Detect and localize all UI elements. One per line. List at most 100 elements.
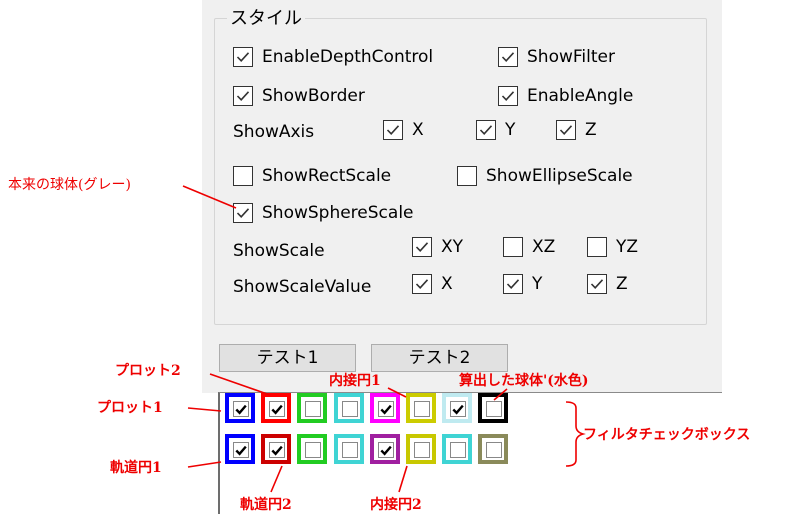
filter-checkbox-top-5[interactable] <box>370 393 400 423</box>
checkbox-label: Y <box>505 120 516 140</box>
annotation-orbit1: 軌道円1 <box>110 460 162 476</box>
show-axis-label: ShowAxis <box>233 122 315 142</box>
checkbox-box[interactable] <box>503 237 523 257</box>
filter-checkbox-box[interactable] <box>378 442 394 458</box>
show-sphere-scale-checkbox[interactable]: ShowSphereScale <box>233 202 414 224</box>
filter-checkbox-box[interactable] <box>378 401 394 417</box>
show-ellipse-scale-checkbox[interactable]: ShowEllipseScale <box>457 165 633 187</box>
filter-checkbox-top-8[interactable] <box>478 393 508 423</box>
filter-checkbox-top-6[interactable] <box>406 393 436 423</box>
filter-checkbox-top-4[interactable] <box>334 393 364 423</box>
checkbox-box[interactable] <box>233 86 253 106</box>
checkmark-icon <box>501 52 515 62</box>
checkmark-icon <box>236 52 250 62</box>
annotation-incircle2: 内接円2 <box>370 497 422 513</box>
checkbox-box[interactable] <box>587 237 607 257</box>
checkmark-icon <box>506 279 520 289</box>
value-y-checkbox[interactable]: Y <box>503 273 542 295</box>
annotation-orbit2: 軌道円2 <box>240 497 292 513</box>
scale-xz-checkbox[interactable]: XZ <box>503 236 555 258</box>
checkmark-icon <box>236 208 250 218</box>
checkbox-label: EnableAngle <box>527 86 634 106</box>
test1-button[interactable]: テスト1 <box>219 344 356 372</box>
enable-depth-control-checkbox[interactable]: EnableDepthControl <box>233 46 433 68</box>
checkmark-icon <box>452 404 464 415</box>
show-scale-value-label: ShowScaleValue <box>233 277 372 297</box>
checkbox-box[interactable] <box>233 166 253 186</box>
filter-checkbox-bottom-5[interactable] <box>370 434 400 464</box>
checkbox-box[interactable] <box>412 237 432 257</box>
checkbox-label: YZ <box>616 237 639 257</box>
filter-checkbox-box[interactable] <box>414 442 430 458</box>
checkbox-box[interactable] <box>383 120 403 140</box>
filter-checkbox-box[interactable] <box>233 442 249 458</box>
filter-checkbox-bottom-7[interactable] <box>442 434 472 464</box>
filter-checkbox-bottom-8[interactable] <box>478 434 508 464</box>
filter-checkbox-box[interactable] <box>305 401 321 417</box>
checkbox-box[interactable] <box>476 120 496 140</box>
checkmark-icon <box>271 404 283 415</box>
filter-checkbox-top-7[interactable] <box>442 393 472 423</box>
enable-angle-checkbox[interactable]: EnableAngle <box>498 85 633 107</box>
checkbox-box[interactable] <box>503 274 523 294</box>
filter-checkbox-top-2[interactable] <box>261 393 291 423</box>
filter-checkbox-bottom-6[interactable] <box>406 434 436 464</box>
show-filter-checkbox[interactable]: ShowFilter <box>498 46 615 68</box>
axis-x-checkbox[interactable]: X <box>383 119 424 141</box>
annotation-plot2: プロット2 <box>115 363 181 379</box>
checkbox-label: Y <box>532 274 543 294</box>
checkmark-icon <box>479 125 493 135</box>
show-rect-scale-checkbox[interactable]: ShowRectScale <box>233 165 391 187</box>
annotation-plot1: プロット1 <box>97 400 163 416</box>
checkbox-label: XZ <box>532 237 556 257</box>
checkbox-box[interactable] <box>498 47 518 67</box>
scale-xy-checkbox[interactable]: XY <box>412 236 463 258</box>
filter-checkbox-bottom-4[interactable] <box>334 434 364 464</box>
filter-checkbox-box[interactable] <box>342 401 358 417</box>
filter-checkbox-box[interactable] <box>486 401 502 417</box>
axis-z-checkbox[interactable]: Z <box>556 119 597 141</box>
filter-checkbox-box[interactable] <box>450 401 466 417</box>
axis-y-checkbox[interactable]: Y <box>476 119 515 141</box>
filter-checkbox-bottom-2[interactable] <box>261 434 291 464</box>
checkbox-label: ShowRectScale <box>262 166 392 186</box>
checkbox-box[interactable] <box>498 86 518 106</box>
filter-checkbox-box[interactable] <box>305 442 321 458</box>
checkbox-label: X <box>441 274 453 294</box>
checkbox-label: Z <box>585 120 597 140</box>
value-x-checkbox[interactable]: X <box>412 273 453 295</box>
filter-checkbox-top-3[interactable] <box>297 393 327 423</box>
filter-checkbox-top-1[interactable] <box>225 393 255 423</box>
filter-checkbox-box[interactable] <box>269 442 285 458</box>
checkbox-label: ShowSphereScale <box>262 203 414 223</box>
checkbox-box[interactable] <box>556 120 576 140</box>
checkmark-icon <box>235 445 247 456</box>
checkmark-icon <box>380 404 392 415</box>
checkmark-icon <box>559 125 573 135</box>
checkbox-label: ShowEllipseScale <box>486 166 633 186</box>
value-z-checkbox[interactable]: Z <box>587 273 628 295</box>
show-border-checkbox[interactable]: ShowBorder <box>233 85 365 107</box>
checkbox-box[interactable] <box>587 274 607 294</box>
annotation-filter-checkboxes: フィルタチェックボックス <box>583 427 751 443</box>
filter-checkbox-bottom-3[interactable] <box>297 434 327 464</box>
checkbox-box[interactable] <box>412 274 432 294</box>
annotation-incircle1: 内接円1 <box>329 373 381 389</box>
filter-checkbox-bottom-1[interactable] <box>225 434 255 464</box>
leader-line <box>187 461 222 468</box>
filter-checkbox-box[interactable] <box>414 401 430 417</box>
filter-checkbox-box[interactable] <box>269 401 285 417</box>
filter-checkbox-box[interactable] <box>486 442 502 458</box>
checkbox-box[interactable] <box>233 47 253 67</box>
checkbox-box[interactable] <box>233 203 253 223</box>
scale-yz-checkbox[interactable]: YZ <box>587 236 638 258</box>
filter-checkbox-box[interactable] <box>342 442 358 458</box>
show-scale-label: ShowScale <box>233 241 325 261</box>
filter-checkbox-box[interactable] <box>233 401 249 417</box>
checkbox-box[interactable] <box>457 166 477 186</box>
leader-line <box>187 407 222 412</box>
filter-checkbox-box[interactable] <box>450 442 466 458</box>
annotation-computed-sphere: 算出した球体'(水色) <box>459 373 589 389</box>
checkbox-label: ShowFilter <box>527 47 615 67</box>
test2-button[interactable]: テスト2 <box>371 344 508 372</box>
